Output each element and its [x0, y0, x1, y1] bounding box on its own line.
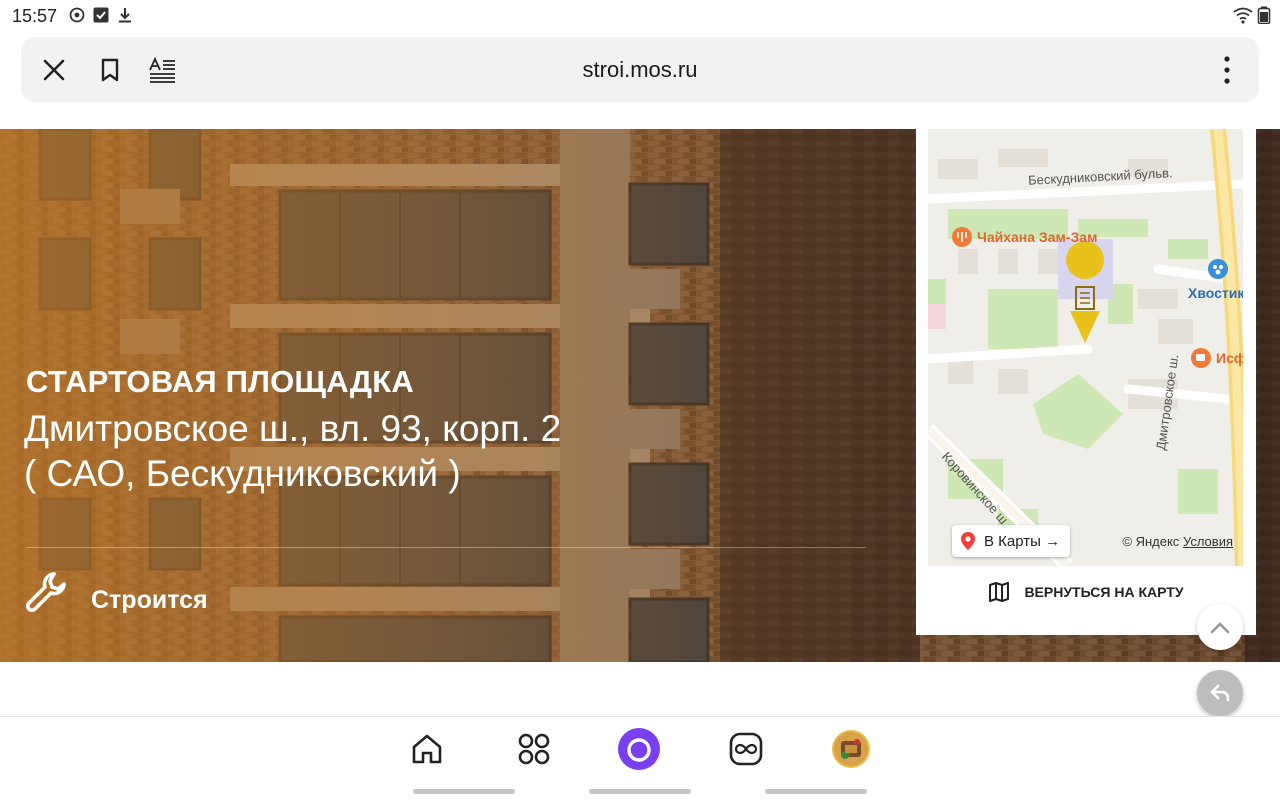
hero-title: СТАРТОВАЯ ПЛОЩАДКА [26, 364, 414, 399]
browser-address-bar: stroi.mos.ru [21, 37, 1259, 102]
alice-assistant-icon [618, 728, 660, 770]
location-pin-icon [961, 532, 975, 550]
home-icon [412, 734, 442, 764]
more-menu-icon [1224, 56, 1230, 84]
poi-pet-label: Хвостик [1188, 285, 1243, 301]
alice-assistant-button[interactable] [617, 727, 661, 771]
back-to-map-label: ВЕРНУТЬСЯ НА КАРТУ [1024, 584, 1184, 600]
open-in-maps-button[interactable]: В Карты → [952, 525, 1071, 557]
yandex-copyright: © Яндекс [1122, 534, 1180, 549]
status-time: 15:57 [12, 6, 58, 26]
map-icon [989, 582, 1010, 602]
bottom-navigation [0, 716, 1280, 800]
tab-indicator-2 [589, 789, 691, 794]
download-icon [116, 6, 134, 24]
poi-isf-label: Исфи [1216, 350, 1243, 366]
wrench-icon [24, 570, 68, 614]
address-line-1: Дмитровское ш., вл. 93, корп. 2 [24, 408, 562, 449]
undo-arrow-icon [1210, 684, 1230, 702]
tab-indicator-1 [413, 789, 515, 794]
infinity-button[interactable] [724, 727, 768, 771]
profile-avatar [832, 730, 870, 768]
more-menu-button[interactable] [1208, 51, 1246, 89]
screen: 15:57 stroi.mos.ru СТАРТОВАЯ ПЛОЩАДКА Дм… [0, 0, 1280, 800]
map-view[interactable]: Бескудниковский бульв. Чайхана Зам-Зам Х… [928, 129, 1243, 566]
map-card: Бескудниковский бульв. Чайхана Зам-Зам Х… [916, 129, 1256, 635]
poi-cafe-label: Чайхана Зам-Зам [977, 229, 1098, 245]
back-to-map-button[interactable]: ВЕРНУТЬСЯ НА КАРТУ [916, 577, 1256, 607]
wifi-icon [1232, 6, 1254, 24]
infinity-icon [729, 732, 763, 766]
address-line-2: ( САО, Бескудниковский ) [24, 453, 461, 494]
battery-icon [1257, 6, 1271, 25]
map-copyright: © Яндекс Условия [1122, 534, 1233, 549]
hero-address: Дмитровское ш., вл. 93, корп. 2 ( САО, Б… [24, 406, 664, 496]
chevron-up-icon [1210, 622, 1230, 634]
terms-link[interactable]: Условия [1183, 534, 1233, 549]
apps-grid-icon [518, 733, 550, 765]
status-bar: 15:57 [0, 0, 1280, 32]
profile-button[interactable] [829, 727, 873, 771]
checkbox-icon [92, 6, 110, 24]
sync-icon [68, 6, 86, 24]
home-button[interactable] [405, 727, 449, 771]
open-in-maps-label: В Карты → [984, 532, 1061, 550]
hero-divider [26, 547, 866, 548]
url-field[interactable]: stroi.mos.ru [21, 57, 1259, 83]
tab-indicator-3 [765, 789, 867, 794]
scroll-to-top-button[interactable] [1197, 604, 1243, 650]
back-button[interactable] [1197, 670, 1243, 716]
apps-button[interactable] [512, 727, 556, 771]
construction-status: Строится [91, 586, 208, 614]
